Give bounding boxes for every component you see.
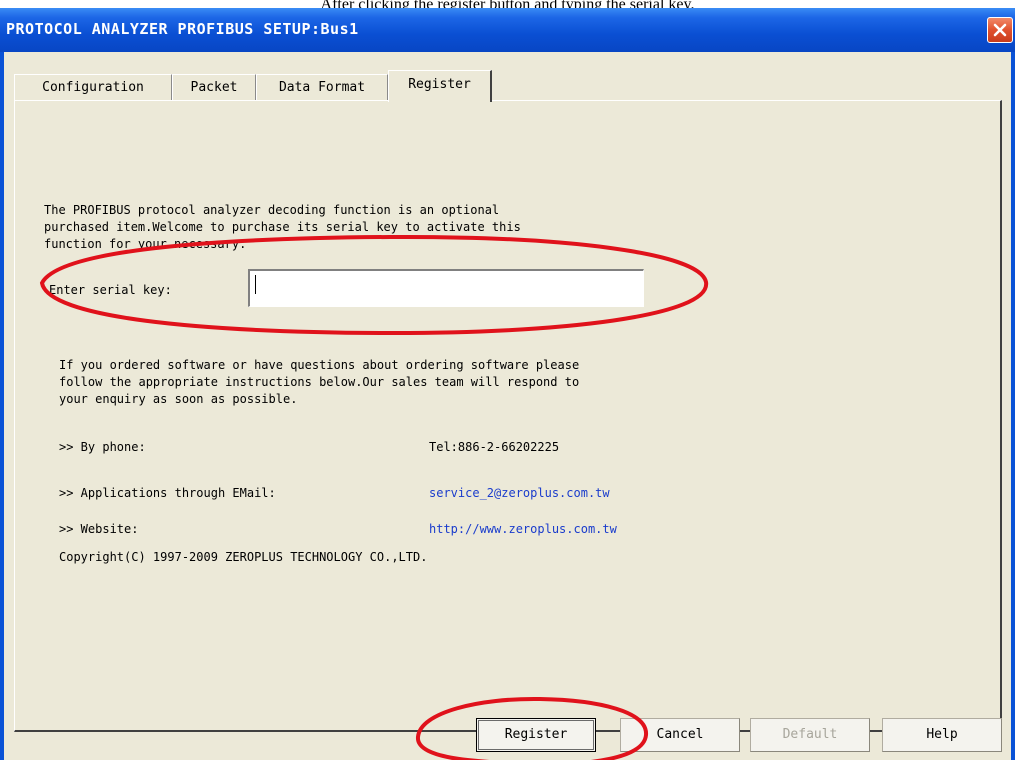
copyright-text: Copyright(C) 1997-2009 ZEROPLUS TECHNOLO… [59,550,428,564]
close-icon [993,23,1007,37]
register-intro-text: The PROFIBUS protocol analyzer decoding … [44,203,521,251]
close-button[interactable] [987,17,1013,43]
website-link[interactable]: http://www.zeroplus.com.tw [429,520,617,538]
title-bar[interactable]: PROTOCOL ANALYZER PROFIBUS SETUP:Bus1 [0,8,1015,52]
default-button: Default [750,718,870,752]
email-link[interactable]: service_2@zeroplus.com.tw [429,484,610,502]
setup-dialog: PROTOCOL ANALYZER PROFIBUS SETUP:Bus1 Co… [0,8,1015,760]
tab-configuration[interactable]: Configuration [14,74,172,100]
register-tab-panel [14,100,1002,732]
tab-packet[interactable]: Packet [172,74,256,100]
ordering-help-text: If you ordered software or have question… [59,358,580,406]
dialog-client-area: Configuration Packet Data Format Registe… [4,52,1011,760]
phone-label: >> By phone: [59,440,146,454]
tab-data-format[interactable]: Data Format [256,74,388,100]
serial-key-label: Enter serial key: [49,283,172,297]
serial-key-input[interactable] [248,269,644,307]
cancel-button[interactable]: Cancel [620,718,740,752]
website-label: >> Website: [59,522,139,536]
tab-register[interactable]: Register [388,70,492,102]
register-button[interactable]: Register [476,718,596,752]
text-caret [255,275,256,294]
window-title: PROTOCOL ANALYZER PROFIBUS SETUP:Bus1 [6,20,359,38]
email-label: >> Applications through EMail: [59,486,276,500]
phone-number: Tel:886-2-66202225 [429,440,560,454]
help-button[interactable]: Help [882,718,1002,752]
